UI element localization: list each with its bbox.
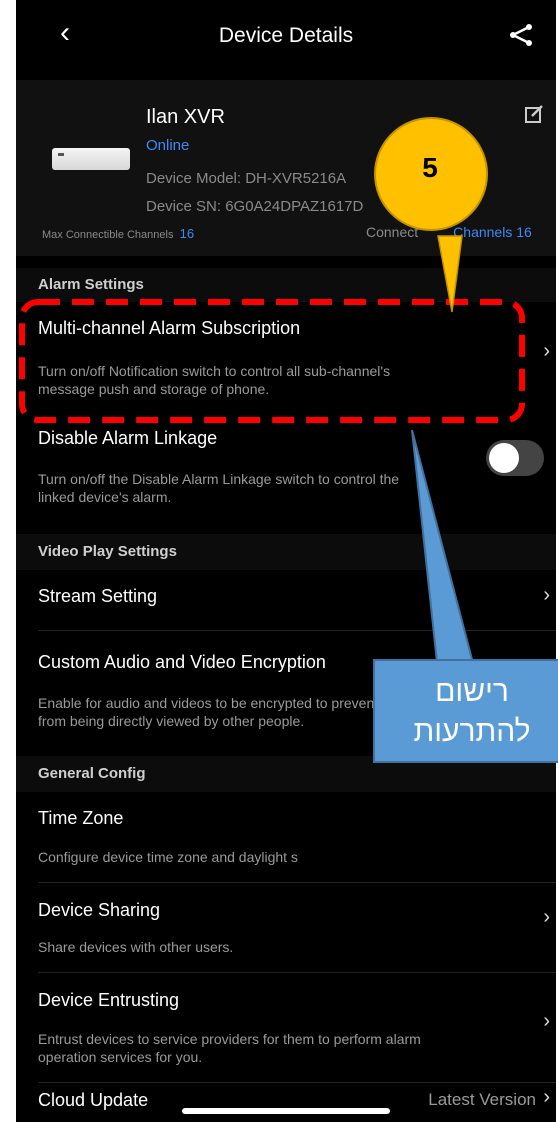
max-channels: Max Connectible Channels 16 <box>42 226 194 241</box>
app-screen: ‹ Device Details Ilan XVR Online Device … <box>16 0 556 1122</box>
divider <box>38 1082 556 1083</box>
navigation-bar: ‹ Device Details <box>16 0 556 68</box>
cloud-update-title: Cloud Update <box>38 1090 149 1110</box>
time-zone-title: Time Zone <box>38 808 124 828</box>
page-title: Device Details <box>218 24 354 47</box>
connected-channels-label: Connect <box>366 224 419 240</box>
device-sn-label: Device SN: <box>146 198 222 215</box>
connected-channels-label-tail: Channels <box>453 224 513 240</box>
time-zone-desc: Configure device time zone and daylight … <box>38 849 298 865</box>
connected-channels-value: 16 <box>516 224 532 240</box>
share-icon[interactable] <box>508 22 534 53</box>
cloud-update-value: Latest Version <box>428 1090 536 1109</box>
divider <box>38 972 556 973</box>
toggle-knob <box>489 443 519 473</box>
chevron-right-icon: › <box>543 340 550 362</box>
encryption-title: Custom Audio and Video Encryption <box>38 652 326 672</box>
section-general-config: General Config <box>16 756 556 792</box>
divider <box>38 630 556 631</box>
multi-alarm-desc: Turn on/off Notification switch to contr… <box>38 363 391 397</box>
chevron-right-icon: › <box>543 906 550 928</box>
device-model-label: Device Model: <box>146 170 242 187</box>
chevron-right-icon: › <box>543 1086 550 1108</box>
device-entrusting-desc: Entrust devices to service providers for… <box>38 1031 421 1065</box>
section-video-play-settings: Video Play Settings <box>16 534 556 570</box>
edit-icon[interactable] <box>524 104 544 129</box>
stream-setting-title: Stream Setting <box>38 586 158 606</box>
device-sharing-desc: Share devices with other users. <box>38 939 234 955</box>
disable-linkage-title: Disable Alarm Linkage <box>38 428 218 448</box>
step-badge-number: 5 <box>422 152 438 183</box>
multi-alarm-title: Multi-channel Alarm Subscription <box>38 318 301 338</box>
divider <box>38 882 556 883</box>
max-channels-label: Max Connectible Channels <box>42 229 174 241</box>
device-model-value: DH-XVR5216A <box>245 170 347 187</box>
device-thumbnail <box>52 148 130 170</box>
chevron-right-icon: › <box>543 1010 550 1032</box>
callout-text: רישום להתרעות <box>386 672 558 752</box>
device-status: Online <box>146 137 190 154</box>
device-model: Device Model: DH-XVR5216A <box>146 170 346 187</box>
callout-line-2: להתרעות <box>413 715 531 748</box>
section-alarm-settings: Alarm Settings <box>16 268 556 302</box>
device-sn: Device SN: 6G0A24DPAZ1617D <box>146 198 363 215</box>
device-entrusting-title: Device Entrusting <box>38 990 180 1010</box>
disable-alarm-linkage-toggle[interactable] <box>486 440 544 476</box>
encryption-desc: Enable for audio and videos to be encryp… <box>38 695 414 729</box>
disable-linkage-desc: Turn on/off the Disable Alarm Linkage sw… <box>38 471 400 505</box>
device-sharing-title: Device Sharing <box>38 900 161 920</box>
device-sn-value: 6G0A24DPAZ1617D <box>225 198 364 215</box>
home-indicator <box>182 1108 390 1114</box>
connected-channels: Connect Channels 16 <box>366 224 532 240</box>
max-channels-value: 16 <box>179 226 195 241</box>
chevron-right-icon: › <box>543 584 550 606</box>
device-name: Ilan XVR <box>146 106 225 128</box>
callout-line-1: רישום <box>435 675 509 708</box>
